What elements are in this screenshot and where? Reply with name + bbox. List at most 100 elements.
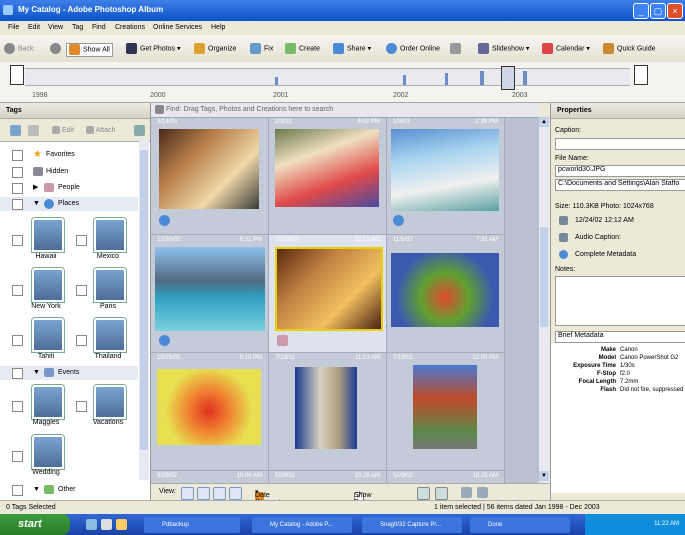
notes-field[interactable]: [555, 276, 685, 326]
photo-cell[interactable]: 10/25/02 5:10 PM: [151, 353, 269, 471]
timeline-position-marker[interactable]: [501, 66, 515, 90]
photo-thumbnail[interactable]: [391, 253, 499, 327]
caption-field[interactable]: [555, 138, 685, 150]
menu-find[interactable]: Find: [92, 24, 106, 31]
menu-online-services[interactable]: Online Services: [153, 24, 202, 31]
tag-checkbox[interactable]: [12, 401, 23, 412]
tag-thumbnail-thailand[interactable]: [94, 318, 126, 352]
scrollbar-down-arrow[interactable]: ▼: [539, 471, 549, 481]
photo-thumbnail[interactable]: [295, 367, 357, 449]
photo-cell[interactable]: 2/3/03 4:02 PM: [269, 117, 387, 235]
photo-thumbnail[interactable]: [155, 247, 265, 331]
metadata-view-dropdown[interactable]: Brief Metadata: [555, 331, 685, 343]
photo-cell[interactable]: 3/14/03: [151, 117, 269, 235]
tag-checkbox[interactable]: [12, 235, 23, 246]
menu-edit[interactable]: Edit: [28, 24, 40, 31]
tag-checkbox[interactable]: [12, 451, 23, 462]
photo-cell[interactable]: 1/5/03 2:39 PM: [387, 117, 505, 235]
delete-tag-icon[interactable]: [28, 125, 39, 136]
fix-button[interactable]: Fix: [250, 43, 273, 55]
view-small-thumbnails-icon[interactable]: [181, 487, 194, 500]
quick-launch-icon[interactable]: [86, 519, 97, 530]
tag-favorites[interactable]: ★ Favorites: [0, 148, 138, 162]
tag-view-icon[interactable]: [134, 125, 145, 136]
scrollbar-up-arrow[interactable]: ▲: [539, 117, 549, 127]
collapse-arrow-icon[interactable]: ▼: [33, 366, 40, 380]
photo-cell[interactable]: 12/30/02 8:32 PM: [151, 235, 269, 353]
maximize-button[interactable]: ▢: [650, 3, 666, 19]
metadata-info-icon[interactable]: [559, 250, 568, 259]
organize-button[interactable]: Organize: [194, 43, 236, 55]
menu-file[interactable]: File: [8, 24, 19, 31]
sort-order-dropdown[interactable]: Date (Newest First) ▾: [255, 488, 281, 513]
stack-icon[interactable]: [461, 487, 472, 498]
menu-tag[interactable]: Tag: [72, 24, 83, 31]
order-online-button[interactable]: Order Online: [386, 43, 440, 55]
tags-scrollbar[interactable]: [139, 140, 149, 480]
photo-thumbnail[interactable]: [391, 129, 499, 211]
photo-thumbnail[interactable]: [275, 129, 379, 207]
unstack-icon[interactable]: [477, 487, 488, 498]
new-tag-icon[interactable]: [10, 125, 21, 136]
print-button[interactable]: [450, 43, 464, 55]
complete-metadata-link[interactable]: Complete Metadata: [575, 251, 636, 258]
tag-checkbox[interactable]: [76, 335, 87, 346]
tag-checkbox[interactable]: [76, 235, 87, 246]
tag-thumbnail-mexico[interactable]: [94, 218, 126, 252]
attach-tag-button[interactable]: Attach: [86, 126, 115, 134]
timeline-end-handle[interactable]: [634, 65, 648, 85]
menu-creations[interactable]: Creations: [115, 24, 145, 31]
timeline[interactable]: 1998 2000 2001 2002 2003: [0, 62, 685, 103]
tag-checkbox[interactable]: [76, 285, 87, 296]
tag-checkbox[interactable]: [76, 401, 87, 412]
minimize-button[interactable]: _: [633, 3, 649, 19]
taskbar-item[interactable]: Done: [470, 517, 570, 533]
tag-checkbox[interactable]: [12, 285, 23, 296]
tag-thumbnail-hawaii[interactable]: [32, 218, 64, 252]
get-photos-button[interactable]: Get Photos ▾: [126, 43, 181, 55]
tag-category-places[interactable]: ▼ Places: [0, 197, 138, 211]
scrollbar-thumb[interactable]: [140, 150, 148, 450]
show-all-button[interactable]: Show All: [66, 43, 113, 57]
tag-thumbnail-wedding[interactable]: [32, 435, 64, 469]
find-bar[interactable]: Find: Drag Tags, Photos and Creations he…: [151, 103, 539, 118]
photo-thumbnail[interactable]: [413, 365, 477, 449]
edit-tag-button[interactable]: Edit: [52, 126, 74, 134]
collapse-arrow-icon[interactable]: ▼: [33, 197, 40, 211]
tag-checkbox[interactable]: [12, 167, 23, 178]
tag-category-events[interactable]: ▼ Events: [0, 366, 138, 380]
file-name-field[interactable]: pcworld30.JPG: [555, 165, 685, 177]
quick-launch-icon[interactable]: [116, 519, 127, 530]
tag-checkbox[interactable]: [12, 150, 23, 161]
close-button[interactable]: ×: [667, 3, 683, 19]
tag-checkbox[interactable]: [12, 199, 23, 210]
photo-grid-scrollbar[interactable]: ▲ ▼: [539, 117, 549, 483]
forward-button[interactable]: [50, 43, 64, 55]
tag-thumbnail-maggies[interactable]: [32, 385, 64, 419]
speaker-icon[interactable]: [559, 233, 568, 242]
create-button[interactable]: Create: [285, 43, 320, 55]
photo-cell[interactable]: 11/5/02 7:31 AM: [387, 235, 505, 353]
rotate-left-icon[interactable]: [417, 487, 430, 500]
tag-checkbox[interactable]: [12, 183, 23, 194]
photo-thumbnail[interactable]: [157, 369, 261, 445]
photo-thumbnail[interactable]: [159, 129, 259, 209]
tag-category-other[interactable]: ▼ Other: [0, 483, 138, 497]
view-grid-icon[interactable]: [197, 487, 210, 500]
quick-guide-button[interactable]: Quick Guide: [603, 43, 656, 55]
tag-thumbnail-new-york[interactable]: [32, 268, 64, 302]
view-large-thumbnails-icon[interactable]: [213, 487, 226, 500]
expand-arrow-icon[interactable]: ▶: [33, 181, 38, 195]
photo-thumbnail[interactable]: [275, 247, 383, 331]
calendar-button[interactable]: Calendar ▾: [542, 43, 590, 55]
tag-checkbox[interactable]: [12, 485, 23, 496]
start-button[interactable]: start: [0, 514, 70, 535]
view-single-photo-icon[interactable]: [229, 487, 242, 500]
menu-help[interactable]: Help: [211, 24, 225, 31]
photo-cell[interactable]: 7/19/02 12:00 PM: [387, 353, 505, 471]
photo-cell-selected[interactable]: 12/24/02 12:12 AM: [269, 235, 387, 353]
tag-category-people[interactable]: ▶ People: [0, 181, 138, 195]
collapse-arrow-icon[interactable]: ▼: [33, 483, 40, 497]
tag-checkbox[interactable]: [12, 368, 23, 379]
back-button[interactable]: Back: [4, 43, 34, 55]
